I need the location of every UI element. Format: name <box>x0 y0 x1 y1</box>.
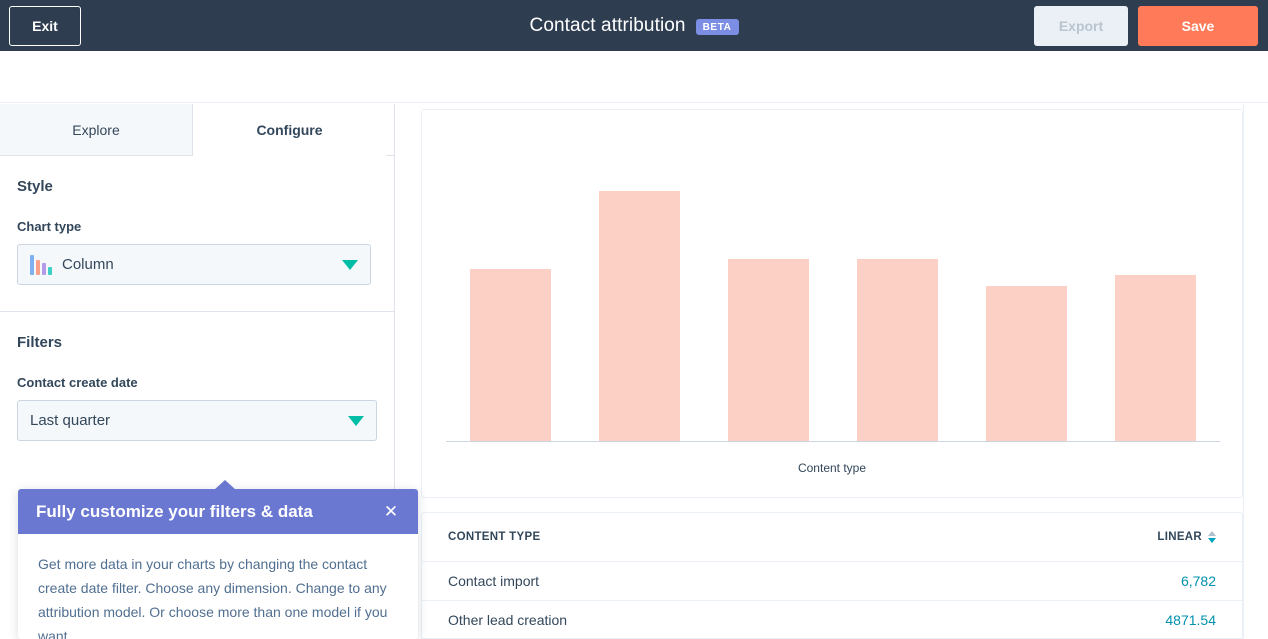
onboarding-tooltip-popup: Fully customize your filters & data ✕ Ge… <box>18 480 418 639</box>
style-section: Style Chart type Column <box>0 156 394 312</box>
table-row[interactable]: Contact import 6,782 <box>422 562 1242 601</box>
export-button[interactable]: Export <box>1034 5 1128 46</box>
chart-plot-area <box>446 130 1220 442</box>
top-bar: Exit Export Save <box>0 0 1268 51</box>
chart-type-value: Column <box>62 256 114 273</box>
column-chart-icon <box>30 254 52 275</box>
sort-arrows-icon[interactable] <box>1208 531 1216 543</box>
chart-type-label: Chart type <box>17 219 82 234</box>
chart-type-select[interactable]: Column <box>17 244 371 285</box>
save-button-label: Save <box>1181 17 1215 34</box>
contact-create-date-select[interactable]: Last quarter <box>17 400 377 441</box>
exit-button[interactable]: Exit <box>9 5 81 46</box>
close-icon[interactable]: ✕ <box>380 501 402 523</box>
popup-arrow <box>214 480 236 490</box>
filters-section-heading: Filters <box>17 334 63 351</box>
filters-section: Filters Contact create date Last quarter <box>0 312 394 459</box>
chart-bars <box>446 130 1220 441</box>
chevron-down-icon <box>348 415 364 426</box>
save-button[interactable]: Save <box>1138 5 1258 46</box>
chart-bar[interactable] <box>857 258 938 441</box>
tab-explore[interactable]: Explore <box>0 104 193 156</box>
column-header-linear-label: LINEAR <box>1157 531 1202 543</box>
table-cell-linear[interactable]: 4871.54 <box>1165 612 1216 628</box>
table-row[interactable]: Other lead creation 4871.54 <box>422 601 1242 638</box>
export-button-label: Export <box>1058 17 1104 34</box>
exit-button-label: Exit <box>32 17 58 34</box>
popup-title: Fully customize your filters & data <box>36 501 313 521</box>
column-header-linear[interactable]: LINEAR <box>1157 531 1216 543</box>
attribution-report-page: Exit Export Save Contact attribution BET… <box>0 0 1268 639</box>
contact-create-date-value: Last quarter <box>30 412 111 429</box>
right-edge-panel <box>1243 104 1268 639</box>
contact-create-date-label: Contact create date <box>17 375 138 390</box>
attribution-table: CONTENT TYPE LINEAR Contact import 6,782 O… <box>421 512 1243 639</box>
chart-bar[interactable] <box>599 191 680 441</box>
sidebar-tabs: Explore Configure <box>0 104 394 156</box>
chart-card: Content type <box>421 109 1243 498</box>
table-header-row: CONTENT TYPE LINEAR <box>422 513 1242 562</box>
table-cell-content-type: Other lead creation <box>448 612 568 628</box>
tab-configure-label: Configure <box>256 122 323 138</box>
tab-configure[interactable]: Configure <box>193 104 386 156</box>
tab-explore-label: Explore <box>72 121 120 138</box>
sub-header-band <box>0 51 1268 103</box>
chevron-down-icon <box>342 259 358 270</box>
style-section-heading: Style <box>17 178 53 195</box>
table-cell-linear[interactable]: 6,782 <box>1181 573 1216 589</box>
chart-bar[interactable] <box>728 258 809 441</box>
chart-x-axis-label: Content type <box>797 461 867 475</box>
column-header-content-type[interactable]: CONTENT TYPE <box>448 531 540 543</box>
popup-body-text: Get more data in your charts by changing… <box>38 556 388 639</box>
top-bar-actions: Export Save <box>1034 5 1258 46</box>
table-body: Contact import 6,782 Other lead creation 48… <box>422 562 1242 638</box>
chart-bar[interactable] <box>470 268 551 441</box>
chart-bar[interactable] <box>986 285 1067 441</box>
popup-header: Fully customize your filters & data ✕ <box>18 489 418 534</box>
chart-bar[interactable] <box>1115 275 1196 441</box>
table-cell-content-type: Contact import <box>448 573 540 589</box>
chart-x-axis-line <box>446 441 1220 442</box>
